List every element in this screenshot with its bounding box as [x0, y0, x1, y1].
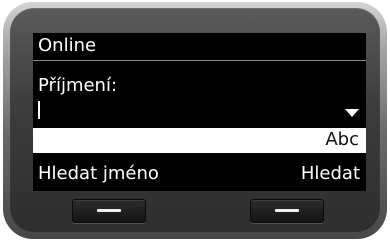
softkey-right-label[interactable]: Hledat [301, 163, 360, 185]
text-cursor [38, 101, 40, 119]
phone-display: Online Příjmení: Abc Hledat jméno Hledat [33, 33, 366, 191]
input-mode-bar: Abc [33, 128, 366, 153]
screen-title: Online [38, 35, 97, 56]
field-label: Příjmení: [38, 75, 118, 96]
phone-device: Online Příjmení: Abc Hledat jméno Hledat [3, 2, 387, 239]
right-softkey-button[interactable] [250, 199, 324, 223]
surname-input[interactable] [38, 99, 361, 123]
minus-icon [275, 209, 299, 212]
chevron-down-icon[interactable] [345, 109, 359, 117]
softkey-left-label[interactable]: Hledat jméno [38, 163, 159, 185]
input-mode-indicator: Abc [325, 129, 359, 150]
title-divider [33, 60, 366, 61]
minus-icon [97, 209, 121, 212]
softkey-bar: Hledat jméno Hledat [33, 161, 366, 187]
left-softkey-button[interactable] [72, 199, 146, 223]
